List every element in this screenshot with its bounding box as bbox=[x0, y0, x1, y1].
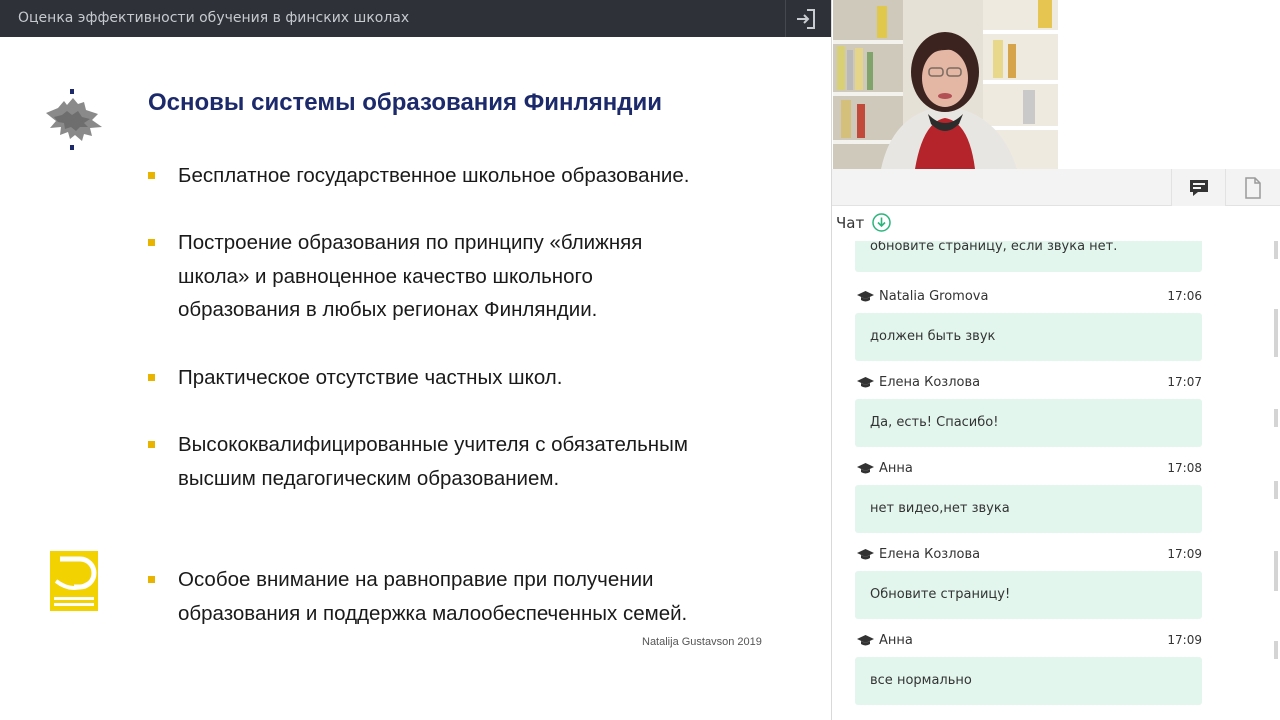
chat-message-bubble: Обновите страницу! bbox=[855, 571, 1202, 619]
chat-message-text: должен быть звук bbox=[870, 329, 996, 344]
webinar-title: Оценка эффективности обучения в финских … bbox=[18, 10, 410, 26]
chat-message-bubble: Да, есть! Спасибо! bbox=[855, 399, 1202, 447]
chat-time: 17:08 bbox=[1167, 461, 1202, 475]
graduation-cap-icon bbox=[857, 377, 874, 388]
chat-scroll-edge bbox=[1274, 241, 1280, 720]
bullet-item: Особое внимание на равноправие при получ… bbox=[148, 563, 788, 630]
bullet-text: Бесплатное государственное школьное обра… bbox=[178, 164, 690, 187]
chat-time: 17:06 bbox=[1167, 289, 1202, 303]
graduation-cap-icon bbox=[857, 549, 874, 560]
chat-message-meta: Анна 17:08 bbox=[857, 461, 1202, 479]
chat-message-text: нет видео,нет звука bbox=[870, 501, 1010, 516]
chat-author: Анна bbox=[879, 461, 913, 476]
bullet-marker bbox=[148, 441, 155, 448]
chat-header: Чат bbox=[836, 213, 891, 232]
slide-title: Основы системы образования Финляндии bbox=[148, 89, 662, 116]
presentation-slide: Основы системы образования Финляндии Бес… bbox=[0, 37, 831, 720]
chat-message-meta: Natalia Gromova 17:06 bbox=[857, 289, 1202, 307]
chat-message-bubble: нет видео,нет звука bbox=[855, 485, 1202, 533]
chat-message-meta: Елена Козлова 17:07 bbox=[857, 375, 1202, 393]
slide-credit: Natalija Gustavson 2019 bbox=[642, 636, 762, 648]
side-panel: Чат обновите страницу, если звука нет. N… bbox=[832, 169, 1280, 720]
presenter-video-frame bbox=[833, 0, 1058, 169]
bullet-text: Особое внимание на равноправие при получ… bbox=[178, 568, 688, 625]
tab-files[interactable] bbox=[1225, 169, 1279, 206]
bullet-item: Практическое отсутствие частных школ. bbox=[148, 361, 788, 395]
exit-button[interactable] bbox=[785, 0, 825, 37]
bullet-text: Высококвалифицированные учителя с обязат… bbox=[178, 433, 688, 490]
university-logo-icon bbox=[46, 89, 102, 150]
bullet-text: Построение образования по принципу «ближ… bbox=[178, 231, 643, 321]
bullet-item: Высококвалифицированные учителя с обязат… bbox=[148, 428, 788, 495]
presentation-title-bar: Оценка эффективности обучения в финских … bbox=[0, 0, 831, 37]
document-icon bbox=[1244, 176, 1261, 199]
presenter-video[interactable] bbox=[833, 0, 1058, 169]
graduation-cap-icon bbox=[857, 635, 874, 646]
sign-in-icon bbox=[796, 8, 815, 29]
chat-time: 17:09 bbox=[1167, 633, 1202, 647]
chat-message-text: все нормально bbox=[870, 673, 972, 688]
institute-logo-icon bbox=[50, 551, 98, 611]
chat-message-text: Обновите страницу! bbox=[870, 587, 1011, 602]
chat-author: Елена Козлова bbox=[879, 547, 981, 562]
bullet-item: Построение образования по принципу «ближ… bbox=[148, 226, 788, 327]
bullet-text: Практическое отсутствие частных школ. bbox=[178, 366, 563, 389]
chat-message-meta: Елена Козлова 17:09 bbox=[857, 547, 1202, 565]
chat-message-list[interactable]: обновите страницу, если звука нет. Natal… bbox=[832, 241, 1280, 720]
chat-bubble-icon bbox=[1189, 179, 1208, 196]
bullet-marker bbox=[148, 374, 155, 381]
bullet-marker bbox=[148, 239, 155, 246]
chat-message-meta: Анна 17:09 bbox=[857, 633, 1202, 651]
chat-time: 17:07 bbox=[1167, 375, 1202, 389]
chat-author: Natalia Gromova bbox=[879, 289, 989, 304]
tab-chat[interactable] bbox=[1171, 169, 1225, 206]
bullet-item: Бесплатное государственное школьное обра… bbox=[148, 159, 788, 193]
chat-message-bubble: должен быть звук bbox=[855, 313, 1202, 361]
chat-message-text: обновите страницу, если звука нет. bbox=[870, 241, 1118, 254]
chat-message-bubble: обновите страницу, если звука нет. bbox=[855, 241, 1202, 272]
graduation-cap-icon bbox=[857, 463, 874, 474]
chat-author: Анна bbox=[879, 633, 913, 648]
chat-message-text: Да, есть! Спасибо! bbox=[870, 415, 999, 430]
chat-message-bubble: все нормально bbox=[855, 657, 1202, 705]
download-circle-icon[interactable] bbox=[872, 213, 891, 232]
panel-tab-bar bbox=[832, 169, 1280, 206]
bullet-marker bbox=[148, 576, 155, 583]
chat-label: Чат bbox=[836, 213, 865, 232]
chat-author: Елена Козлова bbox=[879, 375, 981, 390]
bullet-marker bbox=[148, 172, 155, 179]
graduation-cap-icon bbox=[857, 291, 874, 302]
chat-time: 17:09 bbox=[1167, 547, 1202, 561]
